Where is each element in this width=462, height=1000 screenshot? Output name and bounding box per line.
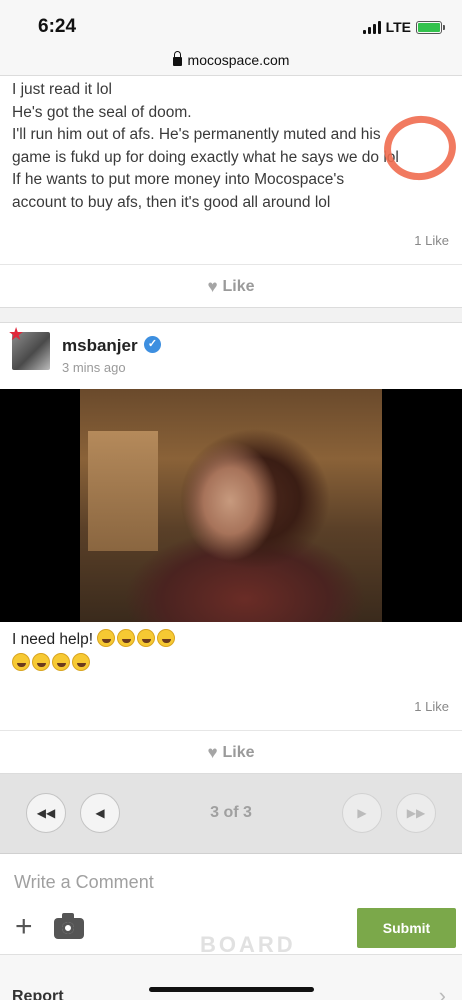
- laughing-emoji-icon: [32, 653, 50, 671]
- post-image[interactable]: [0, 389, 462, 622]
- like-count[interactable]: 1 Like: [414, 233, 449, 248]
- report-row[interactable]: Report ›: [0, 954, 462, 1000]
- post-line: account to buy afs, then it's good all a…: [12, 193, 331, 211]
- crying-emoji-icon: [137, 629, 156, 647]
- chevron-right-icon: ›: [438, 983, 446, 1000]
- lock-icon: [172, 50, 182, 66]
- photo-background-box: [88, 431, 158, 551]
- like-button[interactable]: ♥ Like: [0, 264, 462, 308]
- last-page-button[interactable]: ▶▶: [396, 793, 436, 833]
- submit-button[interactable]: Submit: [357, 908, 456, 948]
- mobile-screen: 6:24 LTE mocospace.com I just read it lo…: [0, 0, 462, 1000]
- home-indicator[interactable]: [149, 987, 314, 992]
- status-time: 6:24: [38, 16, 77, 37]
- battery-icon: [416, 20, 445, 34]
- post-timestamp: 3 mins ago: [62, 360, 126, 375]
- post-line: He's got the seal of doom.: [12, 103, 192, 121]
- post-card: I just read it lol He's got the seal of …: [0, 76, 462, 308]
- url-text: mocospace.com: [187, 51, 290, 68]
- status-bar: 6:24 LTE: [0, 0, 462, 44]
- username[interactable]: msbanjer: [62, 336, 138, 356]
- laughing-emoji-icon: [72, 653, 90, 671]
- post-line: If he wants to put more money into Mocos…: [12, 171, 345, 188]
- comment-composer: + BOARD Submit: [0, 854, 462, 957]
- page-indicator: 3 of 3: [210, 804, 252, 821]
- like-count[interactable]: 1 Like: [414, 699, 449, 714]
- post-body: I need help!: [12, 628, 177, 676]
- report-label: Report: [12, 988, 64, 1000]
- network-label: LTE: [385, 19, 411, 35]
- heart-icon: ♥: [207, 743, 218, 762]
- comment-input[interactable]: [14, 869, 444, 895]
- laughing-emoji-icon: [12, 653, 30, 671]
- double-chevron-right-icon: ▶▶: [406, 806, 426, 820]
- like-label: Like: [222, 277, 255, 295]
- post-card: ★ msbanjer ✓ 3 mins ago I need help! 1 L…: [0, 322, 462, 774]
- heart-icon: ♥: [207, 277, 218, 296]
- signal-icon: [362, 20, 381, 34]
- camera-icon[interactable]: [54, 913, 84, 939]
- crying-emoji-icon: [117, 629, 136, 647]
- verified-icon: ✓: [144, 336, 161, 353]
- crying-emoji-icon: [157, 629, 176, 647]
- post-text: I need help!: [12, 631, 94, 648]
- pagination: ◀◀ ◀ 3 of 3 ▶ ▶▶: [0, 774, 462, 854]
- star-icon: ★: [8, 324, 25, 344]
- like-button[interactable]: ♥ Like: [0, 730, 462, 774]
- laughing-emoji-icon: [52, 653, 70, 671]
- crying-person-photo: [80, 389, 382, 622]
- crying-emoji-icon: [97, 629, 116, 647]
- address-bar[interactable]: mocospace.com: [0, 44, 462, 76]
- add-icon[interactable]: +: [15, 912, 33, 942]
- like-label: Like: [222, 743, 255, 761]
- chevron-right-icon: ▶: [357, 806, 367, 820]
- post-line: I just read it lol: [12, 81, 112, 98]
- next-page-button[interactable]: ▶: [342, 793, 382, 833]
- status-icons: LTE: [362, 19, 445, 35]
